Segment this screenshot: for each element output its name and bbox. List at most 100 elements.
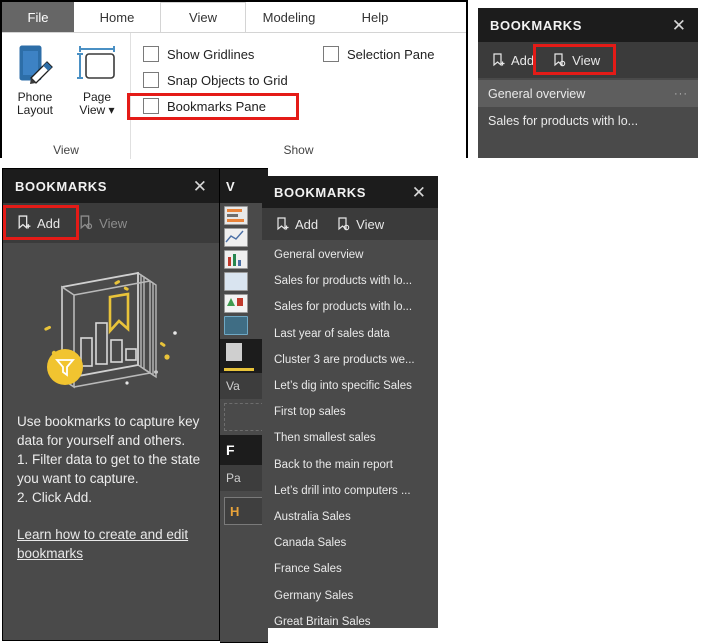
- bookmark-list-item[interactable]: First top sales: [262, 399, 438, 425]
- bookmark-list-item[interactable]: Sales for products with lo...: [478, 107, 698, 134]
- bookmark-list-item[interactable]: Canada Sales: [262, 530, 438, 556]
- bookmarks-panel-title: BOOKMARKS: [15, 178, 108, 194]
- ribbon-tab-modeling-label: Modeling: [262, 9, 316, 25]
- bookmark-list-item[interactable]: General overview ···: [478, 80, 698, 107]
- bookmark-list-item[interactable]: Germany Sales: [262, 582, 438, 608]
- page-view-label-2: View ▾: [79, 103, 115, 117]
- bookmark-label: Let’s dig into specific Sales: [274, 380, 412, 393]
- add-bookmark-button[interactable]: Add: [268, 214, 325, 235]
- bookmarks-empty-state-line: 2. Click Add.: [17, 490, 93, 505]
- add-bookmark-label: Add: [511, 52, 535, 68]
- bookmark-label: Germany Sales: [274, 589, 354, 602]
- filter-field-chip[interactable]: H: [224, 497, 264, 525]
- bookmark-list-item[interactable]: Cluster 3 are products we...: [262, 347, 438, 373]
- bookmark-label: Back to the main report: [274, 458, 393, 471]
- bookmark-label: Cluster 3 are products we...: [274, 353, 415, 366]
- selection-pane-checkbox[interactable]: [323, 46, 339, 62]
- ribbon-tab-modeling[interactable]: Modeling: [246, 2, 332, 32]
- bookmark-list-item[interactable]: Let’s drill into computers ...: [262, 478, 438, 504]
- show-gridlines-checkbox[interactable]: [143, 46, 159, 62]
- column-chart-icon[interactable]: [224, 250, 248, 269]
- selection-pane-label: Selection Pane: [347, 46, 435, 62]
- phone-layout-icon: [14, 39, 56, 91]
- bookmark-label: General overview: [274, 249, 364, 262]
- bookmark-label: General overview: [488, 86, 586, 101]
- close-icon[interactable]: ✕: [672, 17, 686, 34]
- bookmarks-pane-highlight: [127, 93, 299, 120]
- ribbon-group-show: Show Gridlines Snap Objects to Grid Book…: [127, 33, 466, 159]
- bookmark-list-item[interactable]: Last year of sales data: [262, 321, 438, 347]
- bookmarks-empty-state-line: 1. Filter data to get to the state you w…: [17, 452, 201, 486]
- close-icon[interactable]: ✕: [412, 184, 426, 201]
- bookmark-label: Australia Sales: [274, 510, 351, 523]
- bookmark-label: Canada Sales: [274, 537, 347, 550]
- view-button-highlight: [533, 44, 616, 75]
- bookmarks-toolbar: Add View: [262, 208, 438, 240]
- bookmarks-panel-title: BOOKMARKS: [274, 184, 367, 200]
- bookmark-list-item[interactable]: General overview: [262, 242, 438, 268]
- ribbon-tab-help-label: Help: [361, 9, 389, 25]
- ribbon-tab-view-label: View: [189, 10, 217, 25]
- values-section-label: Va: [220, 373, 268, 399]
- bookmark-label: First top sales: [274, 406, 346, 419]
- bookmark-list-item[interactable]: Sales for products with lo...: [262, 268, 438, 294]
- checkbox-row-snap-objects-to-grid[interactable]: Snap Objects to Grid: [143, 67, 466, 93]
- stacked-bar-chart-icon[interactable]: [224, 206, 248, 225]
- bookmark-list-item[interactable]: Back to the main report: [262, 452, 438, 478]
- add-bookmark-icon: [493, 52, 505, 66]
- ribbon-tab-view[interactable]: View: [160, 2, 246, 33]
- map-chart-icon[interactable]: [224, 294, 248, 313]
- view-bookmark-label: View: [356, 216, 385, 232]
- view-bookmark-button[interactable]: View: [71, 212, 134, 234]
- ribbon-group-show-label: Show: [283, 143, 314, 157]
- view-bookmark-icon: [80, 215, 93, 230]
- bookmark-more-options-icon[interactable]: ···: [674, 88, 688, 100]
- close-icon[interactable]: ✕: [193, 178, 207, 195]
- view-bookmark-label: View: [99, 215, 128, 231]
- view-bookmark-icon: [338, 216, 350, 230]
- ribbon-group-view: Phone Layout Page View ▾ View: [2, 33, 131, 159]
- selected-visual-slot[interactable]: [220, 339, 268, 373]
- bookmark-list-item[interactable]: Australia Sales: [262, 504, 438, 530]
- bookmarks-toolbar: Add View: [478, 42, 698, 78]
- snap-objects-to-grid-checkbox[interactable]: [143, 72, 159, 88]
- view-bookmark-button[interactable]: View: [329, 214, 391, 235]
- bookmarks-panel-empty-state: BOOKMARKS ✕ Add View Use bookmarks to ca…: [2, 168, 220, 641]
- add-bookmark-icon: [277, 216, 289, 230]
- phone-layout-label-2: Layout: [16, 103, 54, 117]
- bookmark-list-item[interactable]: Then smallest sales: [262, 425, 438, 451]
- add-button-highlight: [3, 205, 79, 240]
- waterfall-chart-icon[interactable]: [224, 272, 248, 291]
- table-visual-icon[interactable]: [224, 316, 248, 335]
- show-gridlines-label: Show Gridlines: [167, 46, 255, 62]
- learn-bookmarks-link[interactable]: Learn how to create and edit bookmarks: [17, 525, 205, 563]
- visualizations-pane-peek: V Va F Pa H: [220, 168, 268, 643]
- ribbon-tab-file[interactable]: File: [2, 2, 74, 32]
- page-view-button[interactable]: Page View ▾: [68, 39, 126, 117]
- bookmarks-panel-title: BOOKMARKS: [490, 17, 583, 33]
- ribbon-tab-help[interactable]: Help: [332, 2, 418, 32]
- ribbon-tab-home[interactable]: Home: [74, 2, 160, 32]
- bookmarks-panel-header: BOOKMARKS ✕: [262, 176, 438, 208]
- bookmark-label: Last year of sales data: [274, 327, 390, 340]
- bookmark-list-item[interactable]: Great Britain Sales: [262, 609, 438, 628]
- bookmark-label: Sales for products with lo...: [488, 113, 639, 128]
- bookmarks-empty-state-text: Use bookmarks to capture key data for yo…: [17, 412, 205, 507]
- visualizations-pane-title: V: [220, 169, 268, 203]
- line-chart-icon[interactable]: [224, 228, 248, 247]
- bookmark-list-item[interactable]: Let’s dig into specific Sales: [262, 373, 438, 399]
- bookmark-label: Let’s drill into computers ...: [274, 484, 411, 497]
- filters-pane-title: F: [220, 435, 268, 465]
- bookmark-label: France Sales: [274, 563, 342, 576]
- bookmark-label: Sales for products with lo...: [274, 301, 413, 314]
- bookmark-list-item[interactable]: France Sales: [262, 556, 438, 582]
- phone-layout-button[interactable]: Phone Layout: [6, 39, 64, 117]
- bookmark-list-item[interactable]: Sales for products with lo...: [262, 294, 438, 320]
- bookmark-label: Then smallest sales: [274, 432, 376, 445]
- bookmark-label: Sales for products with lo...: [274, 275, 413, 288]
- checkbox-row-selection-pane[interactable]: Selection Pane: [323, 41, 434, 67]
- bookmarks-list: General overview ··· Sales for products …: [478, 78, 698, 158]
- drop-field-placeholder[interactable]: [224, 403, 264, 431]
- bookmarks-panel-populated: BOOKMARKS ✕ Add View General overview Sal…: [262, 176, 438, 628]
- ribbon-tab-home-label: Home: [99, 9, 135, 25]
